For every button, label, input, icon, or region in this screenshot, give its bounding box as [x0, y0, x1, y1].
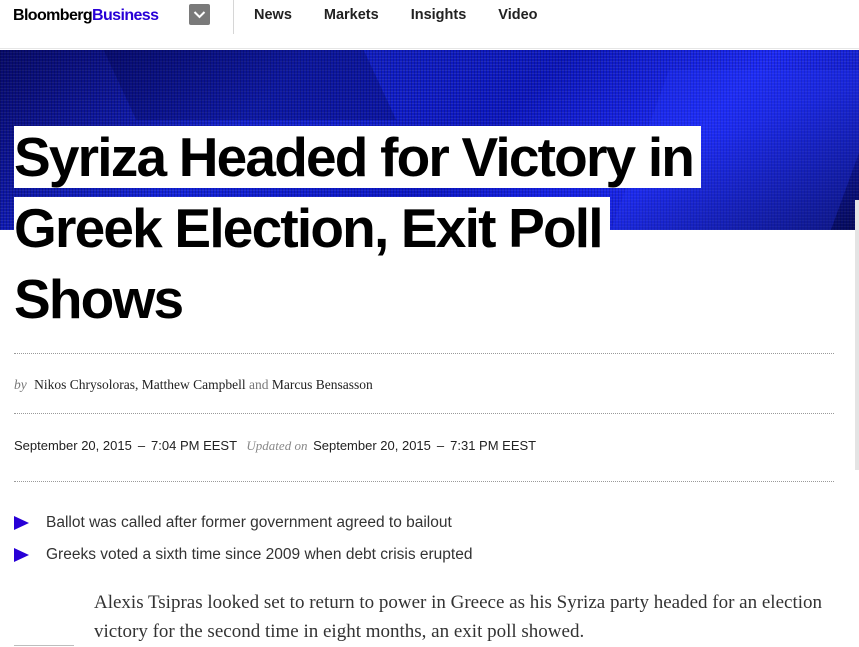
article-body-paragraph: Alexis Tsipras looked set to return to p… — [94, 592, 823, 642]
key-point-text: Greeks voted a sixth time since 2009 whe… — [46, 546, 473, 563]
nav-video[interactable]: Video — [498, 6, 537, 24]
divider — [14, 353, 834, 354]
headline-line: Greek Election, Exit Poll — [14, 197, 610, 259]
list-item: Greeks voted a sixth time since 2009 whe… — [14, 539, 472, 571]
key-point-text: Ballot was called after former governmen… — [46, 514, 452, 531]
article-timestamps: September 20, 2015–7:04 PM EEST Updated … — [14, 437, 536, 455]
nav-news[interactable]: News — [254, 6, 292, 24]
triangle-bullet-icon — [14, 548, 29, 562]
logo-bloomberg: Bloomberg — [13, 7, 93, 24]
published-time: 7:04 PM EEST — [151, 438, 237, 453]
header-divider — [233, 0, 234, 34]
chevron-down-icon — [193, 11, 206, 19]
published-date: September 20, 2015 — [14, 438, 132, 453]
logo-business: Business — [92, 7, 159, 24]
nav-insights[interactable]: Insights — [411, 6, 467, 24]
triangle-bullet-icon — [14, 516, 29, 530]
top-navigation-bar: BloombergBusiness News Markets Insights … — [0, 0, 859, 49]
article-headline: Syriza Headed for Victory in Greek Elect… — [14, 122, 794, 335]
byline-authors[interactable]: Nikos Chrysoloras, Matthew Campbell — [34, 377, 245, 392]
main-nav: News Markets Insights Video — [254, 6, 570, 24]
date-separator: – — [137, 438, 146, 453]
hero-texture-block — [103, 50, 397, 120]
byline-and: and — [248, 377, 269, 392]
updated-date: September 20, 2015 — [313, 438, 431, 453]
updated-label: Updated on — [246, 438, 308, 453]
article-byline: by Nikos Chrysoloras, Matthew Campbell a… — [14, 376, 373, 394]
bloomberg-business-logo[interactable]: BloombergBusiness — [13, 6, 159, 26]
list-item: Ballot was called after former governmen… — [14, 507, 472, 539]
page-edge — [855, 200, 859, 470]
divider — [14, 481, 834, 482]
nav-markets[interactable]: Markets — [324, 6, 379, 24]
date-separator: – — [436, 438, 445, 453]
headline-line: Syriza Headed for Victory in — [14, 126, 702, 188]
byline-prefix: by — [14, 377, 27, 392]
byline-author[interactable]: Marcus Bensasson — [272, 377, 373, 392]
key-points-list: Ballot was called after former governmen… — [14, 507, 472, 571]
side-rule — [14, 645, 74, 646]
menu-toggle-button[interactable] — [189, 4, 210, 25]
headline-line: Shows — [14, 268, 191, 330]
divider — [14, 413, 834, 414]
updated-time: 7:31 PM EEST — [450, 438, 537, 453]
